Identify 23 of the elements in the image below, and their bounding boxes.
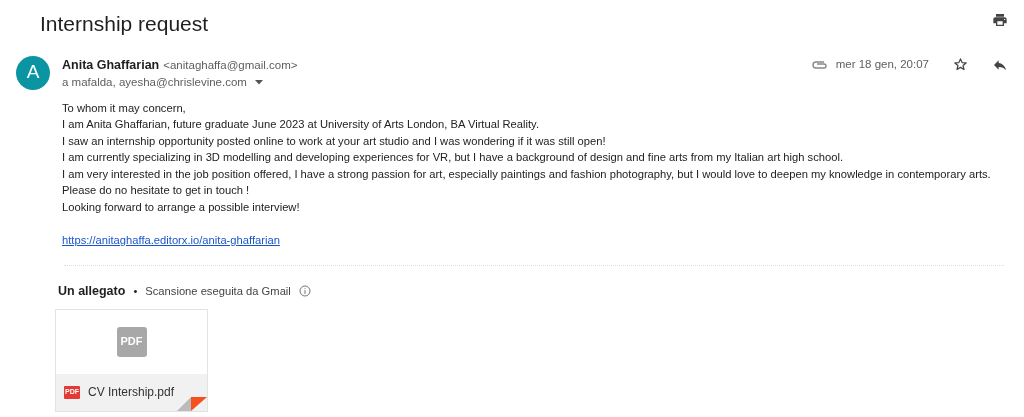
subject-title: Internship request [39, 11, 209, 37]
attachment-count: Un allegato [58, 282, 126, 300]
body-text-line: To whom it may concern, [62, 100, 187, 116]
info-icon [298, 285, 311, 298]
body-text-line: I am Anita Ghaffarian, future graduate June 2023 at University of Arts London, BA Virtual Reality. [62, 117, 540, 133]
separator-dot: • [133, 283, 138, 299]
body-text-line: I saw an internship opportunity posted online to work at your art studio and I was wondering if it was still open! [62, 133, 607, 149]
website-link[interactable]: https://anitaghaffa.editorx.io/anita-ghaffarian [62, 234, 280, 247]
date: mer 18 gen, 20:07 [835, 57, 929, 73]
recipients: a mafalda, ayesha@chrislevine.com [62, 75, 247, 91]
pdf-thumbnail: PDF [116, 326, 147, 357]
sender-name: Anita Ghaffarian [62, 56, 160, 74]
body-text-line: I am very interested in the job position offered, I have a strong passion for art, especially paintings and fashion photography, but I would love to deepen my knowledge in contemporary arts. [62, 166, 992, 182]
body-text-line: I am currently specializing in 3D modelling and developing experiences for VR, but I have a background of design and fine arts from my Italian art high school. [62, 150, 845, 166]
star-icon[interactable] [953, 57, 968, 73]
scan-status: Scansione eseguita da Gmail [145, 283, 291, 299]
body-text-line: Looking forward to arrange a possible interview! [62, 200, 301, 216]
sender-email: <anitaghaffa@gmail.com> [163, 57, 298, 73]
dropdown-caret-icon[interactable] [254, 80, 263, 86]
file-name: CV Intership.pdf [88, 384, 175, 402]
avatar: A [16, 55, 50, 90]
body-text-line: Please do no hesitate to get in touch ! [62, 183, 251, 199]
print-icon[interactable] [992, 12, 1008, 28]
